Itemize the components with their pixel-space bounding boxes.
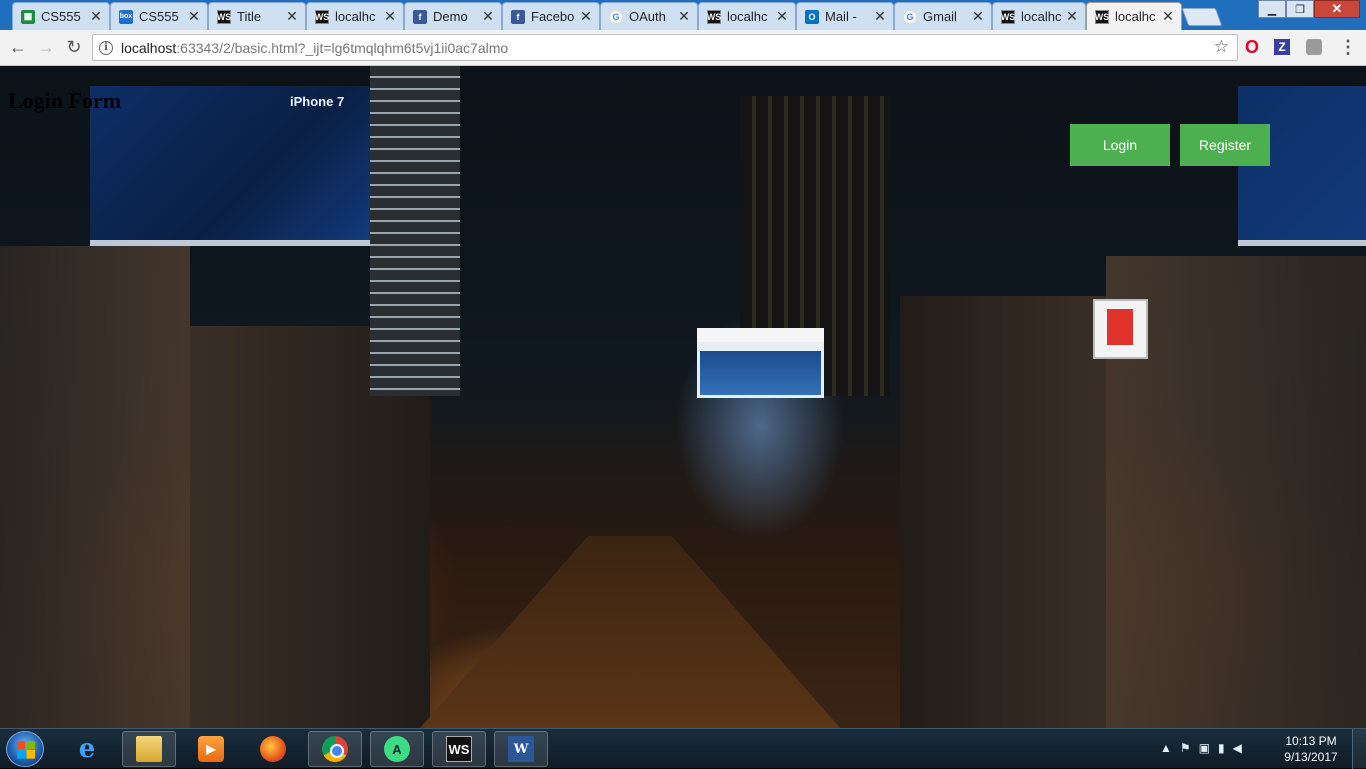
tab-demo[interactable]: f Demo ✕ [404, 2, 502, 30]
window-controls: ▁ ❐ ✕ [1258, 0, 1360, 18]
box-icon: box [119, 9, 133, 24]
tab-cs555-box[interactable]: box CS555 ✕ [110, 2, 208, 30]
page-title: Login Form [8, 88, 122, 113]
tab-mail[interactable]: O Mail - ✕ [796, 2, 894, 30]
system-tray: ▲ ⚑ ▣ ▮ ◀ [1160, 741, 1242, 755]
show-hidden-icons-icon[interactable]: ▲ [1160, 741, 1172, 755]
start-button[interactable] [6, 731, 44, 767]
chrome-icon[interactable] [308, 731, 362, 767]
billboard-text: iPhone 7 [290, 94, 345, 109]
new-tab-button[interactable] [1181, 8, 1223, 26]
reload-icon[interactable]: ↻ [60, 34, 88, 62]
tab-label: localhc [1021, 9, 1062, 24]
tab-cs555-sheet[interactable]: ▦ CS555 ✕ [12, 2, 110, 30]
media-player-icon[interactable]: ▶ [184, 731, 238, 767]
clock[interactable]: 10:13 PM 9/13/2017 [1280, 733, 1342, 765]
tab-oauth[interactable]: G OAuth ✕ [600, 2, 698, 30]
sheets-icon: ▦ [21, 9, 35, 24]
close-tab-icon[interactable]: ✕ [187, 8, 201, 25]
tab-label: Gmail [923, 9, 957, 24]
tab-label: CS555 [41, 9, 81, 24]
webstorm-icon: WS [706, 9, 722, 24]
close-tab-icon[interactable]: ✕ [579, 8, 593, 25]
webstorm-icon[interactable]: WS [432, 731, 486, 767]
url-host: localhost [121, 39, 177, 56]
close-tab-icon[interactable]: ✕ [481, 8, 495, 25]
bookmark-star-icon[interactable]: ☆ [1214, 37, 1229, 57]
close-window-icon[interactable]: ✕ [1314, 0, 1360, 18]
tab-label: CS555 [139, 9, 179, 24]
action-center-flag-icon[interactable]: ⚑ [1180, 741, 1191, 755]
file-explorer-icon[interactable] [122, 731, 176, 767]
android-studio-icon[interactable]: A [370, 731, 424, 767]
url-path: :63343/2/basic.html?_ijt=lg6tmqlqhm6t5vj… [176, 39, 509, 56]
outlook-icon: O [805, 9, 819, 24]
login-button[interactable]: Login [1070, 124, 1170, 166]
menu-icon[interactable]: ⋮ [1338, 37, 1358, 57]
google-icon: G [903, 9, 917, 24]
forward-arrow-icon[interactable]: → [32, 34, 60, 62]
register-button[interactable]: Register [1180, 124, 1270, 166]
webstorm-icon: WS [314, 9, 330, 24]
internet-explorer-icon[interactable]: e [60, 731, 114, 767]
show-desktop-button[interactable] [1352, 729, 1366, 769]
extension-icon[interactable] [1306, 39, 1322, 55]
tab-label: localhc [335, 9, 376, 24]
webstorm-icon: WS [216, 9, 232, 24]
close-tab-icon[interactable]: ✕ [677, 8, 691, 25]
windows-logo-icon [17, 741, 35, 759]
network-signal-icon[interactable]: ▮ [1218, 741, 1225, 755]
tab-facebook[interactable]: f Facebo ✕ [502, 2, 600, 30]
close-tab-icon[interactable]: ✕ [775, 8, 789, 25]
minimize-icon[interactable]: ▁ [1258, 0, 1286, 18]
volume-icon[interactable]: ◀ [1233, 741, 1242, 755]
tab-title[interactable]: WS Title ✕ [208, 2, 306, 30]
clock-time: 10:13 PM [1285, 734, 1337, 748]
firefox-icon[interactable] [246, 731, 300, 767]
tab-label: Facebo [531, 9, 575, 24]
zotero-extension-icon[interactable]: Z [1274, 39, 1290, 55]
tab-localhost-2[interactable]: WS localhc ✕ [698, 2, 796, 30]
word-icon[interactable]: W [494, 731, 548, 767]
browser-toolbar: ← → ↻ i localhost:63343/2/basic.html?_ij… [0, 30, 1366, 66]
tab-gmail[interactable]: G Gmail ✕ [894, 2, 992, 30]
close-tab-icon[interactable]: ✕ [383, 8, 397, 25]
taskbar: e ▶ A WS W ▲ ⚑ ▣ ▮ ◀ 10:13 PM 9/13/2017 [0, 728, 1366, 769]
close-tab-icon[interactable]: ✕ [873, 8, 887, 25]
tab-localhost-active[interactable]: WS localhc ✕ [1086, 2, 1182, 30]
close-tab-icon[interactable]: ✕ [1065, 8, 1079, 25]
tab-localhost-1[interactable]: WS localhc ✕ [306, 2, 404, 30]
info-icon[interactable]: i [99, 40, 113, 55]
tab-label: OAuth [629, 9, 666, 24]
opera-extension-icon[interactable]: O [1242, 37, 1262, 57]
tab-localhost-3[interactable]: WS localhc ✕ [992, 2, 1086, 30]
facebook-icon: f [511, 9, 525, 24]
facebook-icon: f [413, 9, 427, 24]
close-tab-icon[interactable]: ✕ [89, 8, 103, 25]
close-tab-icon[interactable]: ✕ [1161, 8, 1175, 25]
tab-strip: ▦ CS555 ✕ box CS555 ✕ WS Title ✕ WS loca… [0, 0, 1366, 30]
tab-label: localhc [1115, 9, 1156, 24]
maximize-icon[interactable]: ❐ [1286, 0, 1314, 18]
clock-date: 9/13/2017 [1284, 750, 1338, 764]
device-icon[interactable]: ▣ [1199, 741, 1210, 755]
address-bar[interactable]: i localhost:63343/2/basic.html?_ijt=lg6t… [92, 34, 1238, 61]
close-tab-icon[interactable]: ✕ [971, 8, 985, 25]
tab-label: Demo [433, 9, 468, 24]
tab-label: Mail - [825, 9, 857, 24]
back-arrow-icon[interactable]: ← [4, 34, 32, 62]
close-tab-icon[interactable]: ✕ [285, 8, 299, 25]
page-viewport: iPhone 7 Login Form Login Register [0, 66, 1366, 728]
tab-label: Title [237, 9, 262, 24]
webstorm-icon: WS [1094, 9, 1110, 24]
tab-label: localhc [727, 9, 768, 24]
webstorm-icon: WS [1000, 9, 1016, 24]
google-icon: G [609, 9, 623, 24]
